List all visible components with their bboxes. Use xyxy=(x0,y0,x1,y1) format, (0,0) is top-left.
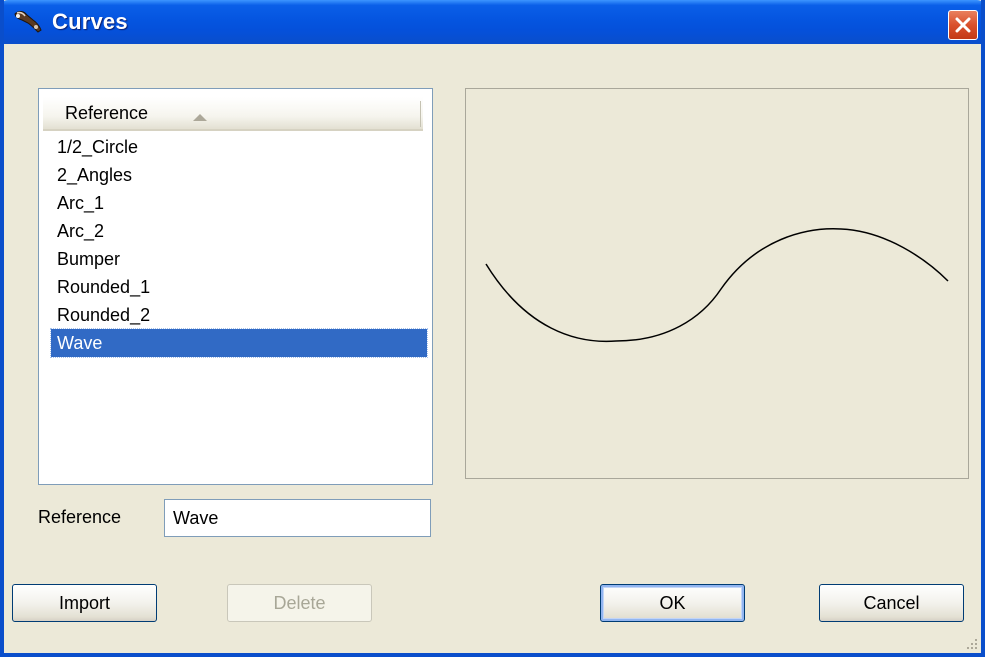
curves-app-icon xyxy=(12,8,44,34)
resize-grip-icon[interactable] xyxy=(963,635,979,651)
list-item[interactable]: Arc_1 xyxy=(51,189,427,217)
list-item[interactable]: 1/2_Circle xyxy=(51,133,427,161)
import-button[interactable]: Import xyxy=(12,584,157,622)
cancel-button[interactable]: Cancel xyxy=(819,584,964,622)
sort-ascending-icon xyxy=(191,109,209,121)
reference-label: Reference xyxy=(38,507,122,527)
reference-input[interactable] xyxy=(164,499,431,537)
list-item[interactable]: Bumper xyxy=(51,245,427,273)
ok-button[interactable]: OK xyxy=(600,584,745,622)
list-items: 1/2_Circle 2_Angles Arc_1 Arc_2 Bumper Rounde… xyxy=(50,133,428,358)
close-button[interactable] xyxy=(948,10,978,40)
wave-curve xyxy=(485,228,949,343)
delete-button[interactable]: Delete xyxy=(227,584,372,622)
title-bar[interactable]: Curves xyxy=(4,0,981,44)
list-item[interactable]: Arc_2 xyxy=(51,217,427,245)
list-item[interactable]: Wave xyxy=(50,328,428,358)
list-item[interactable]: Rounded_1 xyxy=(51,273,427,301)
column-header-label: Reference xyxy=(65,103,149,123)
column-header-reference[interactable]: Reference xyxy=(43,97,423,131)
list-item[interactable]: Rounded_2 xyxy=(51,301,427,329)
curves-dialog: Curves Reference 1/2_Circle 2_Angles Arc_1… xyxy=(0,0,985,657)
close-icon xyxy=(955,17,971,33)
list-item[interactable]: 2_Angles xyxy=(51,161,427,189)
curves-list[interactable]: Reference 1/2_Circle 2_Angles Arc_1 Arc_2 Bu… xyxy=(38,88,433,485)
window-title: Curves xyxy=(52,9,128,34)
curve-preview xyxy=(465,88,969,479)
